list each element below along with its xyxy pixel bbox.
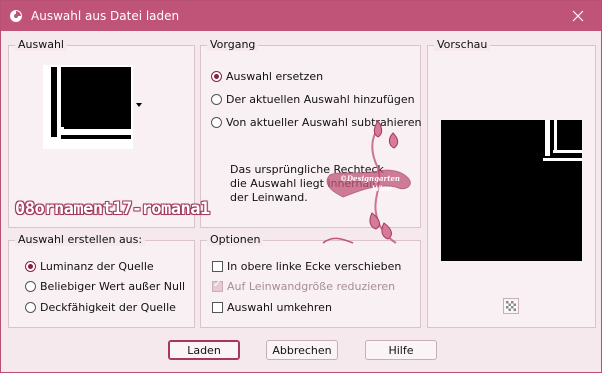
dialog-window: Auswahl aus Datei laden Auswahl Vorgang …: [0, 0, 602, 373]
radio-source-luminance[interactable]: Luminanz der Quelle: [25, 260, 154, 273]
checkbox-invert-selection[interactable]: Auswahl umkehren: [212, 301, 332, 314]
title-bar[interactable]: Auswahl aus Datei laden: [1, 1, 601, 31]
selection-thumbnail-dropdown[interactable]: [43, 65, 145, 149]
selection-thumbnail: [43, 65, 133, 149]
checkbox: [212, 302, 223, 313]
create-from-group-label: Auswahl erstellen aus:: [15, 233, 146, 246]
radio-label: Auswahl ersetzen: [226, 70, 324, 83]
checkbox: [212, 279, 223, 292]
app-icon: [10, 10, 22, 22]
help-button[interactable]: Hilfe: [365, 340, 437, 360]
checkbox-label: Auswahl umkehren: [227, 301, 332, 314]
window-title: Auswahl aus Datei laden: [31, 9, 180, 23]
vorschau-group: Vorschau: [427, 38, 596, 328]
options-group-label: Optionen: [207, 233, 264, 246]
checkbox-reduce-to-canvas: Auf Leinwandgröße reduzieren: [212, 279, 396, 293]
stamp-line-2: Wien: [372, 184, 392, 193]
radio-source-opacity[interactable]: Deckfähigkeit der Quelle: [25, 301, 176, 314]
close-icon: [572, 10, 584, 22]
checkbox-label: Auf Leinwandgröße reduzieren: [227, 280, 396, 293]
load-button[interactable]: Laden: [168, 340, 240, 360]
radio-button: [211, 94, 222, 105]
radio-label: Luminanz der Quelle: [40, 260, 154, 273]
radio-label: Deckfähigkeit der Quelle: [40, 301, 176, 314]
radio-replace-selection[interactable]: Auswahl ersetzen: [211, 70, 323, 83]
chevron-down-icon: [136, 103, 142, 107]
watermark-file-name: 08ornament17-romana1: [15, 199, 210, 219]
vorgang-group-label: Vorgang: [207, 38, 259, 51]
radio-add-to-selection[interactable]: Der aktuellen Auswahl hinzufügen: [211, 93, 415, 106]
close-button[interactable]: [555, 1, 601, 31]
radio-button: [25, 302, 36, 313]
radio-label: Der aktuellen Auswahl hinzufügen: [226, 93, 415, 106]
radio-button: [25, 281, 36, 292]
radio-button: [25, 261, 36, 272]
checkbox: [212, 261, 223, 272]
radio-button: [211, 117, 222, 128]
options-group: Optionen In obere linke Ecke verschieben…: [200, 233, 421, 328]
zoom-toggle-button[interactable]: [503, 298, 519, 314]
designgarten-stamp-logo: ©Designgarten Wien: [322, 120, 411, 244]
auswahl-group-label: Auswahl: [15, 38, 67, 51]
preview-canvas: [441, 120, 582, 261]
create-from-group: Auswahl erstellen aus: Luminanz der Quel…: [8, 233, 195, 328]
checkbox-label: In obere linke Ecke verschieben: [227, 260, 402, 273]
cancel-button[interactable]: Abbrechen: [266, 340, 338, 360]
checkbox-move-top-left[interactable]: In obere linke Ecke verschieben: [212, 260, 401, 273]
checkerboard-icon: [506, 301, 516, 311]
radio-any-nonzero-value[interactable]: Beliebiger Wert außer Null: [25, 280, 185, 293]
radio-button: [211, 71, 222, 82]
radio-label: Beliebiger Wert außer Null: [40, 280, 186, 293]
stamp-line-1: ©Designgarten: [340, 174, 400, 183]
vorschau-group-label: Vorschau: [434, 38, 491, 51]
